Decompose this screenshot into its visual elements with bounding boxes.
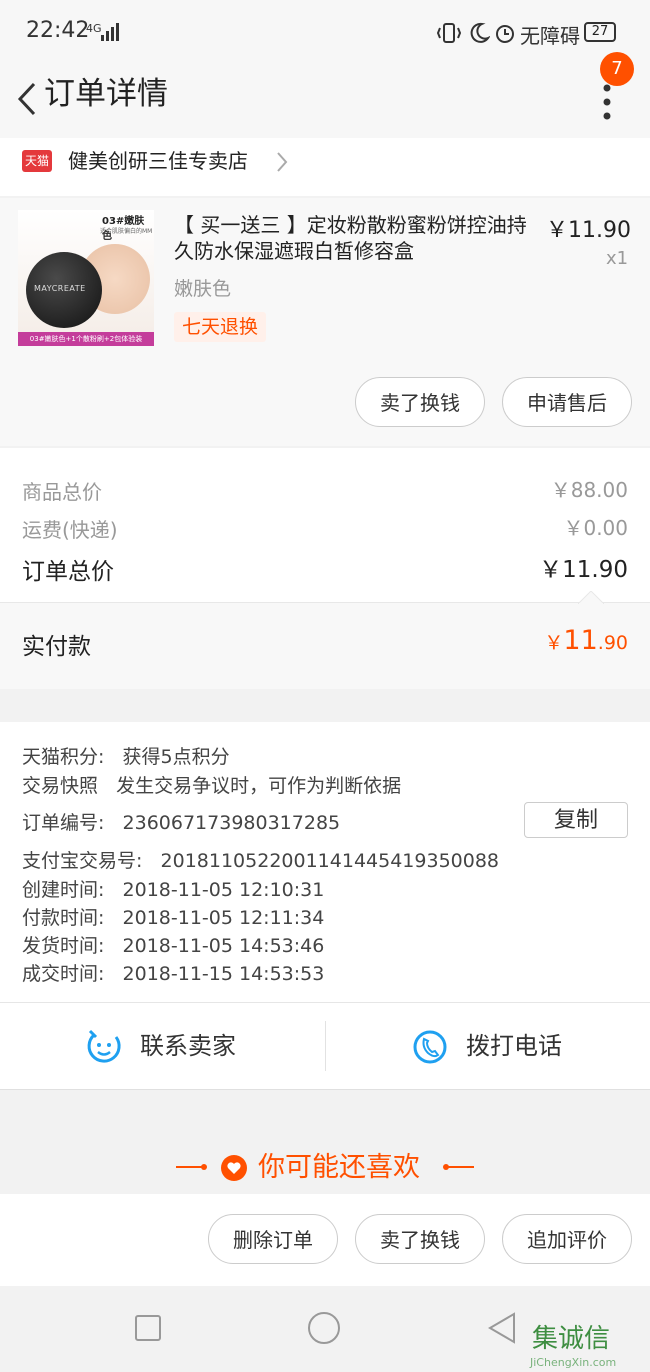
time-label: 成交时间:	[22, 963, 105, 985]
shipping-value: ￥0.00	[563, 516, 628, 540]
right-dash-icon	[443, 1164, 474, 1170]
paid-int: 11	[563, 625, 598, 656]
alipay-row: 支付宝交易号: 2018110522001141445419350088	[22, 846, 499, 873]
order-no-row: 订单编号: 236067173980317285	[22, 808, 340, 835]
contact-seller-button[interactable]: 联系卖家	[0, 1003, 325, 1089]
paid-dec: .90	[597, 632, 628, 654]
tmall-points-row: 天猫积分: 获得5点积分	[22, 742, 230, 769]
watermark-logo: 集诚信	[532, 1324, 611, 1354]
home-icon[interactable]	[306, 1310, 342, 1346]
status-bar: 22:42 4G 无障碍 27	[0, 0, 650, 66]
time-value: 2018-11-05 14:53:46	[122, 935, 325, 957]
product-card[interactable]: 03#嫩肤色 适合肌肤偏白的MM MAYCREATE 03#嫩肤色+1个散粉刷+…	[0, 198, 650, 446]
snapshot-label: 交易快照	[22, 775, 99, 797]
contact-bar: 联系卖家 拨打电话	[0, 1002, 650, 1090]
delete-order-button[interactable]: 删除订单	[208, 1214, 338, 1264]
sell-button[interactable]: 卖了换钱	[355, 377, 485, 427]
moon-icon	[470, 22, 490, 43]
time-value: 2018-11-05 12:11:34	[122, 907, 325, 929]
subtotal-value: ￥88.00	[550, 478, 628, 502]
alipay-value: 2018110522001141445419350088	[160, 850, 500, 872]
caret-up-icon	[578, 591, 604, 604]
shop-row[interactable]: 天猫 健美创研三佳专卖店	[0, 138, 650, 196]
copy-button[interactable]: 复制	[524, 802, 628, 838]
order-total-label: 订单总价	[22, 559, 114, 585]
call-phone-label: 拨打电话	[466, 1032, 562, 1060]
battery-level: 27	[591, 24, 609, 39]
time-row: 发货时间: 2018-11-05 14:53:46	[22, 931, 324, 958]
return-policy-tag: 七天退换	[174, 312, 267, 342]
contact-seller-label: 联系卖家	[140, 1032, 236, 1060]
product-image[interactable]: 03#嫩肤色 适合肌肤偏白的MM MAYCREATE 03#嫩肤色+1个散粉刷+…	[18, 210, 154, 346]
time-row: 创建时间: 2018-11-05 12:10:31	[22, 875, 324, 902]
recommend-header: 你可能还喜欢	[0, 1142, 650, 1194]
left-dash-icon	[176, 1164, 207, 1170]
alipay-label: 支付宝交易号:	[22, 850, 143, 872]
page-title: 订单详情	[44, 76, 168, 112]
subtotal-label: 商品总价	[22, 480, 102, 504]
status-time: 22:42	[26, 18, 90, 43]
snapshot-value: 发生交易争议时，可作为判断依据	[116, 775, 402, 797]
watermark-url: JiChengXin.com	[530, 1356, 617, 1369]
tmall-points-value: 获得5点积分	[122, 746, 230, 768]
after-sales-button[interactable]: 申请售后	[502, 377, 632, 427]
tmall-points-label: 天猫积分:	[22, 746, 105, 768]
bottom-actions: 删除订单 卖了换钱 追加评价	[0, 1194, 650, 1286]
heart-icon	[221, 1155, 247, 1181]
image-brand: MAYCREATE	[34, 284, 86, 293]
product-price: ￥11.90	[546, 218, 631, 243]
accessibility-label: 无障碍	[520, 24, 580, 48]
order-no-label: 订单编号:	[22, 812, 105, 834]
product-name[interactable]: 【 买一送三 】定妆粉散粉蜜粉饼控油持久防水保湿遮瑕白皙修容盒	[174, 212, 544, 264]
paid-value: ￥11.90	[544, 625, 628, 656]
recommend-title: 你可能还喜欢	[258, 1152, 420, 1183]
sell-button[interactable]: 卖了换钱	[355, 1214, 485, 1264]
chevron-right-icon	[277, 152, 288, 172]
image-caption: 03#嫩肤色+1个散粉刷+2包体验装	[18, 332, 154, 346]
battery-icon: 27	[584, 22, 616, 42]
product-qty: x1	[606, 248, 629, 269]
notification-badge: 7	[600, 52, 634, 86]
paid-row: 实付款 ￥11.90	[0, 591, 650, 689]
call-phone-button[interactable]: 拨打电话	[326, 1003, 650, 1089]
time-label: 创建时间:	[22, 879, 105, 901]
time-value: 2018-11-05 12:10:31	[122, 879, 325, 901]
image-label-sub: 适合肌肤偏白的MM	[100, 228, 153, 235]
time-label: 付款时间:	[22, 907, 105, 929]
add-review-button[interactable]: 追加评价	[502, 1214, 632, 1264]
tmall-badge: 天猫	[22, 150, 52, 172]
order-total-value: ￥11.90	[539, 557, 628, 583]
back-nav-icon[interactable]	[486, 1312, 518, 1344]
time-row: 付款时间: 2018-11-05 12:11:34	[22, 903, 324, 930]
vibrate-icon	[436, 23, 462, 43]
order-info: 天猫积分: 获得5点积分 交易快照 发生交易争议时，可作为判断依据 订单编号: …	[0, 722, 650, 1002]
shipping-label: 运费(快递)	[22, 518, 118, 542]
snapshot-row[interactable]: 交易快照 发生交易争议时，可作为判断依据	[22, 771, 401, 798]
product-sku: 嫩肤色	[174, 278, 232, 300]
chat-smile-icon	[87, 1029, 121, 1063]
time-row: 成交时间: 2018-11-15 14:53:53	[22, 959, 324, 986]
shop-name: 健美创研三佳专卖店	[68, 149, 248, 173]
paid-currency: ￥	[544, 632, 564, 654]
phone-icon	[413, 1030, 447, 1064]
signal-icon	[101, 23, 119, 41]
order-no-value: 236067173980317285	[122, 812, 341, 834]
paid-label: 实付款	[22, 634, 91, 660]
nav-header: 订单详情	[0, 66, 650, 138]
alarm-icon	[496, 25, 514, 43]
recent-apps-icon[interactable]	[134, 1314, 162, 1342]
time-value: 2018-11-15 14:53:53	[122, 963, 325, 985]
time-label: 发货时间:	[22, 935, 105, 957]
